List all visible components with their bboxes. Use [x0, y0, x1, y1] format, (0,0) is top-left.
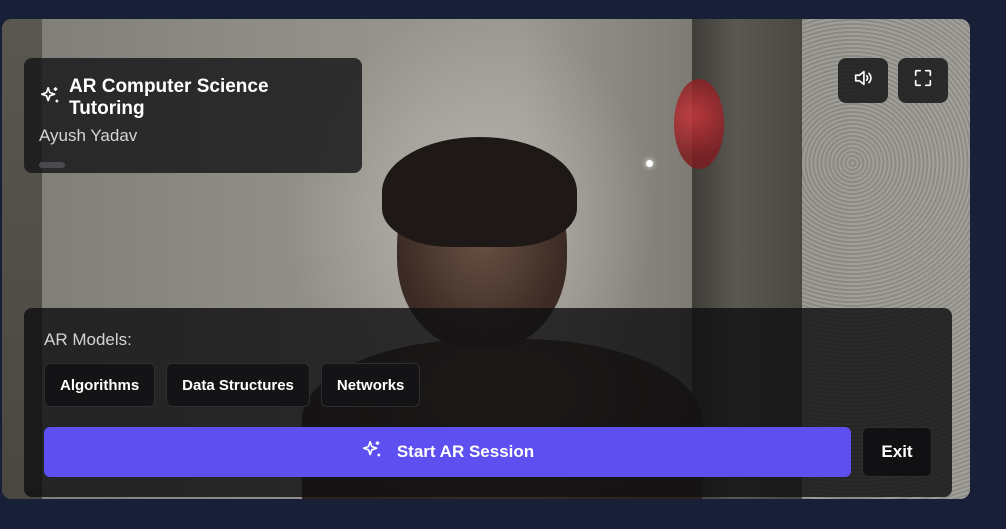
exit-button[interactable]: Exit [862, 427, 932, 477]
ar-model-list: Algorithms Data Structures Networks [44, 363, 932, 407]
model-chip-algorithms[interactable]: Algorithms [44, 363, 156, 407]
status-indicator [39, 162, 65, 168]
video-frame: AR Computer Science Tutoring Ayush Yadav… [2, 19, 970, 499]
ar-models-label: AR Models: [44, 330, 132, 349]
page-title: AR Computer Science Tutoring [69, 76, 269, 119]
user-name: Ayush Yadav [39, 126, 138, 145]
fullscreen-button[interactable] [898, 58, 948, 103]
volume-button[interactable] [838, 58, 888, 103]
session-info-card: AR Computer Science Tutoring Ayush Yadav [24, 58, 362, 173]
volume-icon [852, 67, 874, 94]
sparkles-icon [39, 85, 61, 112]
sparkles-icon [361, 439, 383, 466]
model-chip-networks[interactable]: Networks [320, 363, 421, 407]
model-chip-data-structures[interactable]: Data Structures [166, 363, 310, 407]
fullscreen-icon [912, 67, 934, 94]
start-ar-session-label: Start AR Session [396, 442, 535, 461]
ar-models-panel: AR Models: Algorithms Data Structures Ne… [24, 308, 952, 497]
start-ar-session-button[interactable]: Start AR Session [44, 427, 851, 477]
